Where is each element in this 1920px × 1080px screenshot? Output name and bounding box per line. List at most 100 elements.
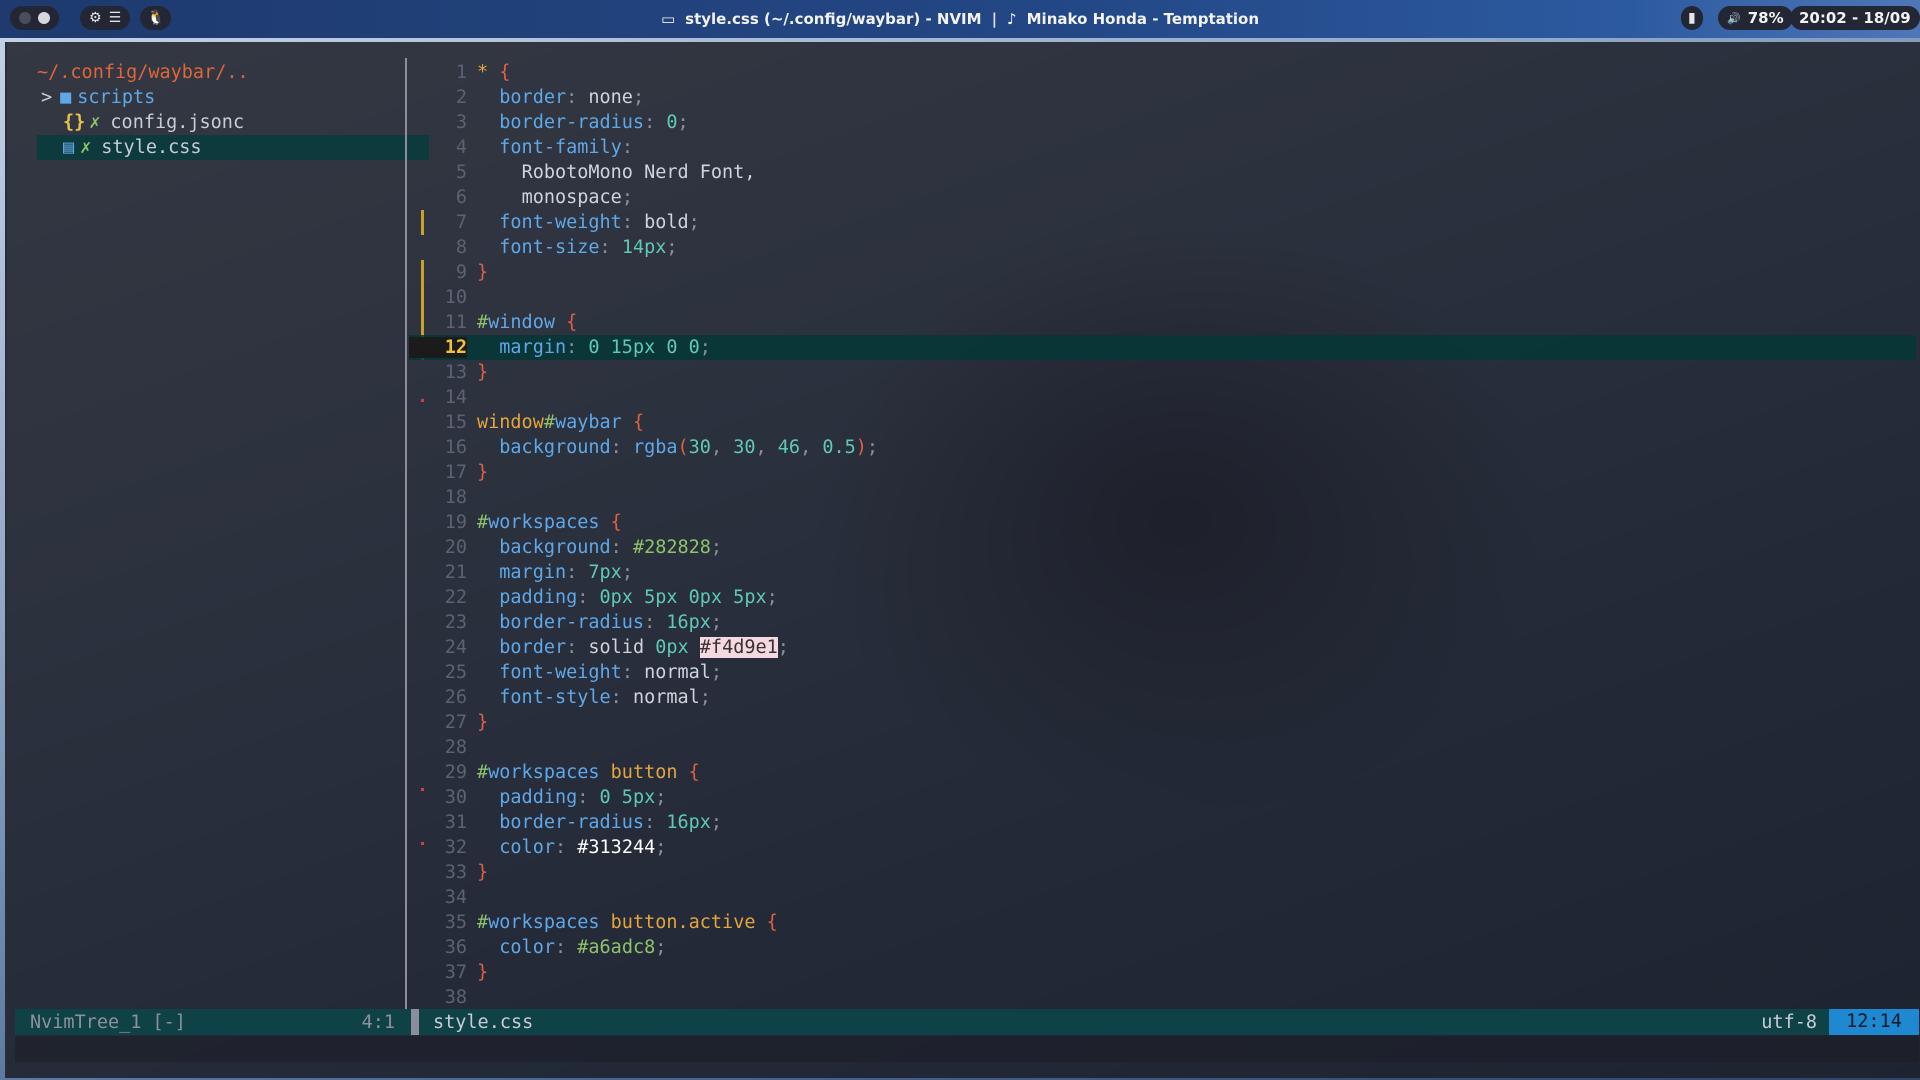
statusline: NvimTree_1 [-] 4:1 style.css utf-8 12:14	[15, 1009, 1919, 1035]
file-tree: ~/.config/waybar/.. > ■ scripts {} ✗ con…	[7, 60, 429, 1010]
line-number: 26	[444, 687, 467, 708]
buffer-filename: style.css	[433, 1011, 534, 1033]
brace: {	[766, 912, 778, 933]
code-editor[interactable]: 1 * { 2 border: none; 3 border-radius: 0;…	[409, 60, 1916, 1010]
code-line: 29 #workspaces button {	[409, 760, 1916, 785]
property: padding	[499, 787, 578, 808]
property: color	[499, 837, 555, 858]
code-line: 28	[409, 735, 1916, 760]
line-number: 3	[455, 112, 467, 133]
git-modified-icon: ✗	[80, 137, 92, 158]
clock: 20:02 - 18/09	[1799, 9, 1911, 27]
tree-cursor-position: 4:1	[361, 1011, 395, 1033]
clock-module[interactable]: 20:02 - 18/09	[1790, 6, 1920, 30]
selector: workspaces	[488, 762, 600, 783]
property: padding	[499, 587, 578, 608]
line-number: 25	[444, 662, 467, 683]
music-note-icon: ♪	[1007, 10, 1017, 28]
window-separator[interactable]	[405, 58, 407, 1016]
property: font-weight	[499, 212, 622, 233]
selector-hash: #	[477, 312, 489, 333]
line-number: 33	[444, 862, 467, 883]
value: solid	[588, 637, 645, 658]
line-number: 18	[444, 487, 467, 508]
brace: }	[477, 962, 489, 983]
property: border-radius	[499, 112, 645, 133]
cursor-position: 12:14	[1829, 1009, 1919, 1035]
title-separator: |	[991, 10, 998, 28]
selector-hash: #	[477, 912, 489, 933]
line-number: 29	[444, 762, 467, 783]
brace: }	[477, 862, 489, 883]
tree-item-config-jsonc[interactable]: {} ✗ config.jsonc	[7, 110, 459, 135]
code-line: 36 color: #a6adc8;	[409, 935, 1916, 960]
code-line: 1 * {	[409, 60, 1916, 85]
line-number: 8	[455, 237, 467, 258]
line-number: 6	[455, 187, 467, 208]
line-number: 13	[444, 362, 467, 383]
line-number: 10	[444, 287, 467, 308]
line-number: 21	[444, 562, 467, 583]
code-line: 17}	[409, 460, 1916, 485]
code-line: 10	[409, 285, 1916, 310]
property: margin	[499, 337, 567, 358]
selector-hash: #	[477, 762, 489, 783]
value: monospace	[521, 187, 622, 208]
code-line: 7 font-weight: bold;	[409, 210, 1916, 235]
value: 14px	[621, 237, 667, 258]
line-number: 38	[444, 987, 467, 1008]
code-line: 18	[409, 485, 1916, 510]
workspace-2-button[interactable]	[38, 12, 50, 24]
settings-icon[interactable]: ⚙	[89, 10, 102, 26]
code-line: 2 border: none;	[409, 85, 1916, 110]
selector: window	[488, 312, 555, 333]
music-track[interactable]: Minako Honda - Temptation	[1027, 10, 1259, 28]
code-line: 22 padding: 0px 5px 0px 5px;	[409, 585, 1916, 610]
property: background	[499, 437, 611, 458]
tree-item-label: style.css	[101, 137, 202, 158]
property: color	[499, 937, 555, 958]
tree-statusline: NvimTree_1 [-] 4:1	[15, 1012, 411, 1033]
tree-item-label: scripts	[77, 87, 156, 108]
terminal-window-icon: ▭	[660, 10, 676, 28]
code-line: 4 font-family:	[409, 135, 1916, 160]
code-line: 31 border-radius: 16px;	[409, 810, 1916, 835]
brace: {	[499, 62, 511, 83]
menu-icon[interactable]: ☰	[109, 10, 122, 26]
selector: button	[610, 912, 678, 933]
line-number: 1	[455, 62, 467, 83]
linux-icon[interactable]: 🐧	[147, 10, 164, 26]
tree-item-style-css[interactable]: ▤ ✗ style.css	[37, 135, 429, 160]
tree-item-scripts[interactable]: > ■ scripts	[7, 85, 437, 110]
color-swatch-value: #f4d9e1	[699, 637, 778, 658]
terminal-window[interactable]: ~/.config/waybar/.. > ■ scripts {} ✗ con…	[5, 42, 1920, 1078]
value: 0px	[655, 637, 689, 658]
selector: workspaces	[488, 512, 600, 533]
value: 46	[777, 437, 801, 458]
property: font-family	[499, 137, 622, 158]
line-number: 16	[444, 437, 467, 458]
line-number: 17	[444, 462, 467, 483]
property: border-radius	[499, 812, 645, 833]
tree-root[interactable]: ~/.config/waybar/..	[7, 60, 433, 85]
line-number: 7	[455, 212, 467, 233]
code-line: 33}	[409, 860, 1916, 885]
property: background	[499, 537, 611, 558]
statusline-divider	[411, 1009, 419, 1035]
volume-module[interactable]: 🔊 78%	[1718, 6, 1793, 30]
line-number: 35	[444, 912, 467, 933]
code-line: 21 margin: 7px;	[409, 560, 1916, 585]
code-line: 19 #workspaces {	[409, 510, 1916, 535]
code-line: 20 background: #282828;	[409, 535, 1916, 560]
value: 16px	[666, 612, 711, 633]
value: 0 5px	[599, 787, 656, 808]
tray-module: ⚙ ☰	[80, 6, 131, 30]
code-line: 35 #workspaces button.active {	[409, 910, 1916, 935]
property: border	[499, 87, 567, 108]
line-number: 34	[444, 887, 467, 908]
line-number: 36	[444, 937, 467, 958]
value: normal	[632, 687, 700, 708]
workspace-1-button[interactable]	[19, 12, 31, 24]
code-line: 9}	[409, 260, 1916, 285]
command-line[interactable]	[15, 1036, 1919, 1062]
